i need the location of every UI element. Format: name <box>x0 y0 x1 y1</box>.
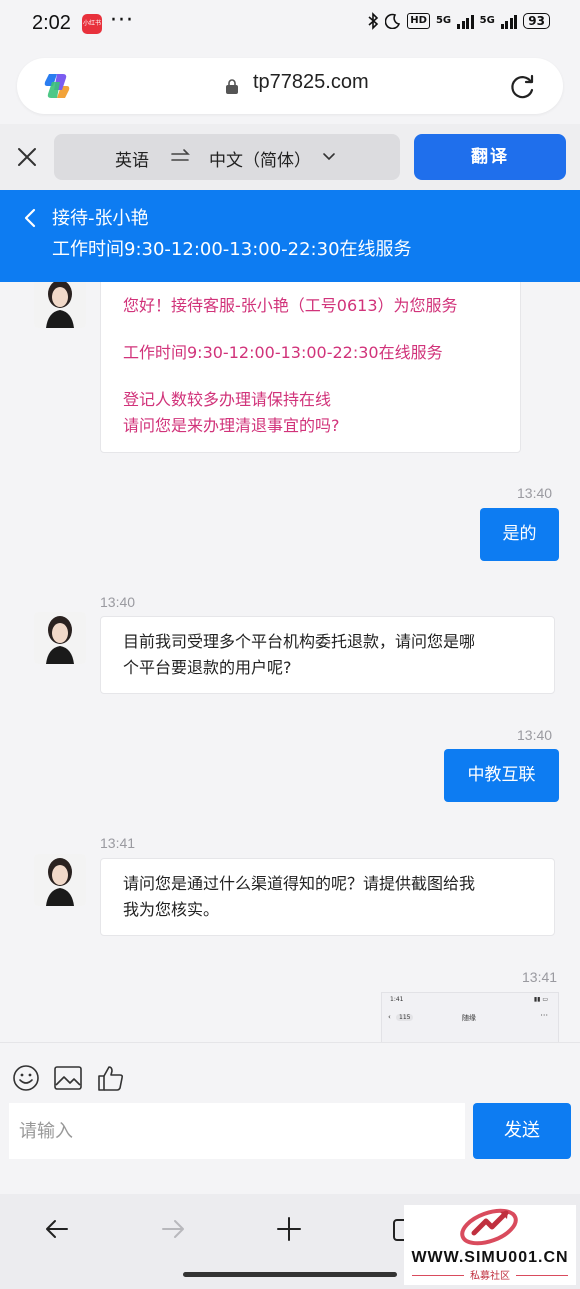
thumbnail-status-time: 1:41 <box>390 996 404 1003</box>
more-notifications-indicator: ··· <box>110 8 134 33</box>
watermark-site: WWW.SIMU001.CN <box>411 1249 569 1266</box>
source-language[interactable]: 英语 <box>115 146 149 171</box>
chevron-down-icon[interactable] <box>322 152 336 162</box>
message-timestamp: 13:41 <box>522 969 558 985</box>
message-line: 我为您核实。 <box>123 900 220 919</box>
thumbnail-more-icon: ··· <box>540 1011 548 1020</box>
bluetooth-icon <box>368 12 379 30</box>
copilot-icon[interactable] <box>41 70 73 102</box>
lock-icon <box>226 79 238 94</box>
watermark: WWW.SIMU001.CN 私募社区 <box>404 1205 576 1285</box>
thumbnail-back-icon: ‹ <box>388 1013 391 1021</box>
user-message-bubble: 中教互联 <box>444 749 559 802</box>
agent-title: 接待-张小艳 <box>52 208 149 229</box>
address-bar[interactable]: tp77825.com <box>17 58 563 114</box>
welcome-line-greeting: 您好！接待客服-张小艳（工号0613）为您服务 <box>123 296 458 315</box>
do-not-disturb-moon-icon <box>385 13 401 29</box>
signal-strength-icon <box>457 13 474 29</box>
message-input[interactable] <box>9 1103 465 1159</box>
welcome-line-notice: 登记人数较多办理请保持在线 <box>123 390 332 409</box>
chat-messages[interactable]: 您好！接待客服-张小艳（工号0613）为您服务 工作时间9:30-12:00-1… <box>0 282 580 1042</box>
app-notification-icon: 小红书 <box>82 14 102 34</box>
home-indicator[interactable] <box>183 1272 397 1277</box>
back-arrow-icon[interactable] <box>42 1214 72 1244</box>
network-5g-label: 5G <box>435 15 452 26</box>
translate-button[interactable]: 翻译 <box>414 134 566 180</box>
status-time: 2:02 <box>32 12 71 34</box>
image-icon[interactable] <box>53 1063 83 1093</box>
forward-arrow-icon <box>162 1220 184 1238</box>
new-tab-icon[interactable] <box>274 1214 304 1244</box>
network-5g-label-2: 5G <box>479 15 495 26</box>
reload-icon[interactable] <box>509 72 537 100</box>
user-message-bubble: 是的 <box>480 508 559 561</box>
message-timestamp: 13:40 <box>100 594 136 610</box>
message-line: 请问您是通过什么渠道得知的呢？请提供截图给我 <box>123 874 476 893</box>
target-language[interactable]: 中文（简体） <box>209 146 311 171</box>
agent-avatar <box>34 612 86 664</box>
back-icon[interactable] <box>22 207 38 229</box>
agent-message-bubble: 请问您是通过什么渠道得知的呢？请提供截图给我 我为您核实。 <box>100 858 555 936</box>
image-message-thumbnail[interactable]: 1:41 ▮▮ ▭ ‹ 115 随缘 ··· <box>381 992 559 1042</box>
signal-strength-icon-2 <box>500 13 518 29</box>
message-timestamp: 13:40 <box>517 727 553 743</box>
welcome-line-hours: 工作时间9:30-12:00-13:00-22:30在线服务 <box>123 343 443 362</box>
battery-indicator: 93 <box>523 13 550 29</box>
welcome-line-question: 请问您是来办理清退事宜的吗? <box>123 416 340 435</box>
message-line: 目前我司受理多个平台机构委托退款，请问您是哪 <box>123 632 476 651</box>
send-button[interactable]: 发送 <box>473 1103 571 1159</box>
emoji-icon[interactable] <box>11 1063 41 1093</box>
status-bar: 2:02 小红书 ··· HD 5G 5G 93 <box>0 0 580 48</box>
hd-voice-icon: HD <box>407 13 430 29</box>
language-selector[interactable]: 英语 中文（简体） <box>54 134 400 180</box>
agent-avatar <box>34 854 86 906</box>
close-translate-icon[interactable] <box>14 144 40 170</box>
message-timestamp: 13:40 <box>517 485 553 501</box>
swap-languages-icon[interactable] <box>170 148 190 166</box>
thumbs-up-icon[interactable] <box>96 1063 126 1093</box>
thumbnail-status-icons: ▮▮ ▭ <box>533 996 548 1003</box>
message-line: 个平台要退款的用户呢? <box>123 658 292 677</box>
thumbnail-back-count: 115 <box>396 1014 414 1021</box>
message-composer: 发送 <box>0 1042 580 1194</box>
agent-message-bubble: 目前我司受理多个平台机构委托退款，请问您是哪 个平台要退款的用户呢? <box>100 616 555 694</box>
thumbnail-contact-name: 随缘 <box>462 1014 476 1022</box>
chat-header: 接待-张小艳 工作时间9:30-12:00-13:00-22:30在线服务 <box>0 190 580 282</box>
watermark-subtitle: 私募社区 <box>404 1267 576 1282</box>
translate-bar: 英语 中文（简体） 翻译 <box>0 124 580 190</box>
welcome-message-bubble: 您好！接待客服-张小艳（工号0613）为您服务 工作时间9:30-12:00-1… <box>100 282 521 453</box>
message-timestamp: 13:41 <box>100 835 136 851</box>
watermark-logo-icon <box>460 1208 518 1246</box>
agent-avatar <box>34 282 86 328</box>
service-hours: 工作时间9:30-12:00-13:00-22:30在线服务 <box>52 239 412 260</box>
watermark-subtitle-text: 私募社区 <box>464 1271 516 1282</box>
status-indicators: HD 5G 5G 93 <box>367 12 550 30</box>
url-text[interactable]: tp77825.com <box>253 71 369 94</box>
